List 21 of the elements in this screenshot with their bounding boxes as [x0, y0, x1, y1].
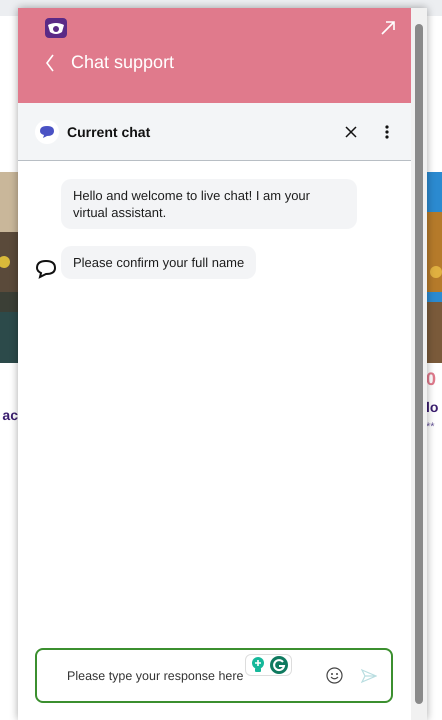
speech-bubble-icon	[35, 259, 57, 279]
close-icon[interactable]	[345, 126, 357, 138]
message-bubble: Hello and welcome to live chat! I am your virtual assistant.	[61, 179, 357, 229]
game-rating: **	[426, 421, 435, 433]
more-icon[interactable]	[385, 124, 389, 138]
grammar-icon[interactable]	[270, 656, 288, 674]
scrollbar-thumb[interactable]	[415, 24, 423, 704]
emoji-icon[interactable]	[326, 667, 343, 684]
back-icon[interactable]	[45, 54, 55, 72]
lightbulb-icon[interactable]	[249, 656, 267, 674]
logo-icon	[45, 18, 67, 38]
message-input[interactable]: Please type your response here	[65, 668, 318, 684]
message-bubble: Please confirm your full name	[61, 246, 256, 279]
expand-icon[interactable]	[379, 19, 397, 37]
chat-title: Chat support	[71, 52, 174, 73]
conversation-title: Current chat	[67, 124, 152, 140]
send-icon[interactable]	[361, 668, 377, 682]
game-title: lo	[426, 398, 438, 417]
game-price: 0	[426, 369, 436, 389]
game-title: ac	[2, 406, 18, 425]
chat-bubble-icon	[35, 120, 59, 144]
